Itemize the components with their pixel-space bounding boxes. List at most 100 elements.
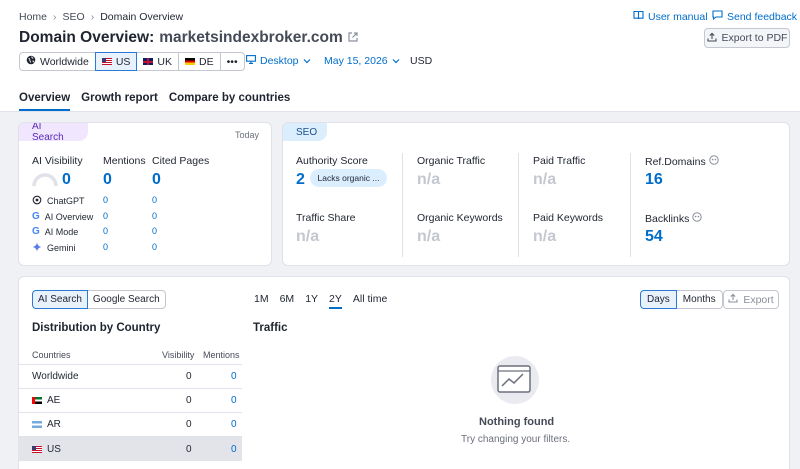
ai-mode-label: AI Mode bbox=[44, 226, 79, 237]
mentions-value[interactable]: 0 bbox=[103, 171, 112, 189]
ai-search-toggle[interactable]: AI Search bbox=[32, 290, 88, 309]
gemini-icon bbox=[32, 242, 42, 254]
breadcrumb-home[interactable]: Home bbox=[19, 11, 47, 23]
gemini-cited[interactable]: 0 bbox=[152, 242, 157, 252]
chatgpt-cited[interactable]: 0 bbox=[152, 195, 157, 205]
more-label: ••• bbox=[226, 55, 238, 68]
ai-visibility-value[interactable]: 0 bbox=[62, 171, 71, 189]
ai-bot-icon[interactable] bbox=[692, 212, 703, 225]
chevron-down-icon bbox=[303, 55, 311, 67]
ai-mode-mentions[interactable]: 0 bbox=[103, 226, 108, 236]
divider bbox=[518, 153, 519, 257]
uk-label: UK bbox=[157, 55, 173, 68]
period-all-time[interactable]: All time bbox=[353, 293, 387, 309]
period-6m[interactable]: 6M bbox=[280, 293, 295, 309]
ai-search-card: AI Search Today AI Visibility 0 Mentions… bbox=[18, 122, 272, 266]
country-name: Worldwide bbox=[32, 371, 79, 382]
paid-keywords-value: n/a bbox=[533, 228, 557, 245]
chatgpt-mentions[interactable]: 0 bbox=[103, 195, 108, 205]
external-link-icon[interactable] bbox=[348, 31, 358, 45]
cited-pages-label: Cited Pages bbox=[152, 155, 210, 167]
export-pdf-button[interactable]: Export to PDF bbox=[704, 28, 790, 48]
period-1m[interactable]: 1M bbox=[254, 293, 269, 309]
organic-traffic-value: n/a bbox=[417, 171, 441, 188]
country-mentions[interactable]: 0 bbox=[231, 444, 237, 455]
paid-traffic-label: Paid Traffic bbox=[533, 155, 586, 167]
cited-pages-value[interactable]: 0 bbox=[152, 171, 161, 189]
country-name: US bbox=[47, 443, 61, 455]
worldwide-label: Worldwide bbox=[40, 55, 89, 68]
ref-domains-label: Ref.Domains bbox=[645, 155, 706, 168]
col-mentions: Mentions bbox=[203, 350, 240, 360]
more-databases-button[interactable]: ••• bbox=[219, 52, 245, 71]
ref-domains-value[interactable]: 16 bbox=[645, 171, 663, 189]
globe-icon bbox=[26, 55, 36, 68]
tab-growth-report[interactable]: Growth report bbox=[81, 92, 158, 111]
de-button[interactable]: DE bbox=[178, 52, 221, 71]
authority-note-badge[interactable]: Lacks organic ... bbox=[310, 169, 387, 187]
col-countries: Countries bbox=[32, 350, 71, 360]
database-selector: Worldwide US UK DE ••• bbox=[19, 52, 245, 71]
ai-overview-cited[interactable]: 0 bbox=[152, 211, 157, 221]
google-search-toggle[interactable]: Google Search bbox=[86, 290, 166, 309]
divider bbox=[630, 153, 631, 257]
months-toggle[interactable]: Months bbox=[675, 290, 723, 309]
desktop-icon bbox=[246, 55, 256, 67]
country-mentions[interactable]: 0 bbox=[231, 371, 237, 382]
search-type-toggle: AI Search Google Search bbox=[32, 290, 166, 309]
device-label: Desktop bbox=[260, 55, 299, 67]
uk-button[interactable]: UK bbox=[136, 52, 180, 71]
device-dropdown[interactable]: Desktop bbox=[246, 55, 311, 67]
chat-icon bbox=[712, 10, 723, 23]
backlinks-value[interactable]: 54 bbox=[645, 228, 663, 246]
visibility-gauge bbox=[32, 173, 58, 190]
export-button[interactable]: Export bbox=[723, 290, 779, 309]
table-row[interactable]: AR 0 0 bbox=[18, 412, 242, 436]
breadcrumb-seo[interactable]: SEO bbox=[63, 11, 85, 23]
authority-score-value[interactable]: 2 bbox=[296, 171, 305, 189]
currency-label: USD bbox=[410, 55, 433, 67]
ai-bot-icon[interactable] bbox=[709, 155, 719, 168]
export-label: Export bbox=[743, 293, 774, 306]
period-1y[interactable]: 1Y bbox=[305, 293, 318, 309]
us-button[interactable]: US bbox=[94, 52, 138, 71]
ref-domains-header: Ref.Domains bbox=[645, 155, 719, 168]
ae-flag-icon bbox=[32, 397, 42, 404]
country-visibility: 0 bbox=[186, 395, 192, 406]
country-mentions[interactable]: 0 bbox=[231, 419, 237, 430]
country-name: AR bbox=[47, 419, 61, 430]
today-label: Today bbox=[234, 130, 259, 140]
user-manual-label: User manual bbox=[648, 10, 708, 23]
empty-title: Nothing found bbox=[479, 416, 555, 428]
send-feedback-link[interactable]: Send feedback bbox=[712, 10, 797, 23]
gemini-mentions[interactable]: 0 bbox=[103, 242, 108, 252]
period-2y[interactable]: 2Y bbox=[329, 293, 342, 309]
country-visibility: 0 bbox=[186, 371, 192, 382]
country-mentions[interactable]: 0 bbox=[231, 395, 237, 406]
table-row[interactable]: Worldwide 0 0 bbox=[18, 364, 242, 388]
table-row[interactable]: US 0 0 bbox=[18, 436, 242, 461]
user-manual-link[interactable]: User manual bbox=[633, 10, 708, 23]
ai-mode-cited[interactable]: 0 bbox=[152, 226, 157, 236]
book-icon bbox=[633, 10, 644, 23]
col-visibility: Visibility bbox=[162, 350, 195, 360]
table-row[interactable]: AE 0 0 bbox=[18, 388, 242, 412]
seo-card: SEO Authority Score 2 Lacks organic ... … bbox=[282, 122, 790, 266]
tab-compare-countries[interactable]: Compare by countries bbox=[169, 92, 290, 111]
google-icon: G bbox=[32, 211, 40, 222]
breadcrumb: Home › SEO › Domain Overview bbox=[19, 11, 183, 23]
chevron-right-icon: › bbox=[90, 11, 95, 23]
organic-traffic-label: Organic Traffic bbox=[417, 155, 486, 167]
seo-badge: SEO bbox=[283, 123, 327, 141]
worldwide-button[interactable]: Worldwide bbox=[19, 52, 96, 71]
export-pdf-label: Export to PDF bbox=[721, 32, 788, 44]
ai-overview-label: AI Overview bbox=[44, 211, 94, 222]
de-label: DE bbox=[199, 55, 214, 68]
paid-keywords-label: Paid Keywords bbox=[533, 212, 604, 224]
days-toggle[interactable]: Days bbox=[640, 290, 677, 309]
chatgpt-row: ChatGPT bbox=[32, 195, 85, 207]
tab-overview[interactable]: Overview bbox=[19, 92, 71, 111]
ai-overview-mentions[interactable]: 0 bbox=[103, 211, 108, 221]
backlinks-header: Backlinks bbox=[645, 212, 703, 225]
date-dropdown[interactable]: May 15, 2026 bbox=[324, 55, 400, 67]
